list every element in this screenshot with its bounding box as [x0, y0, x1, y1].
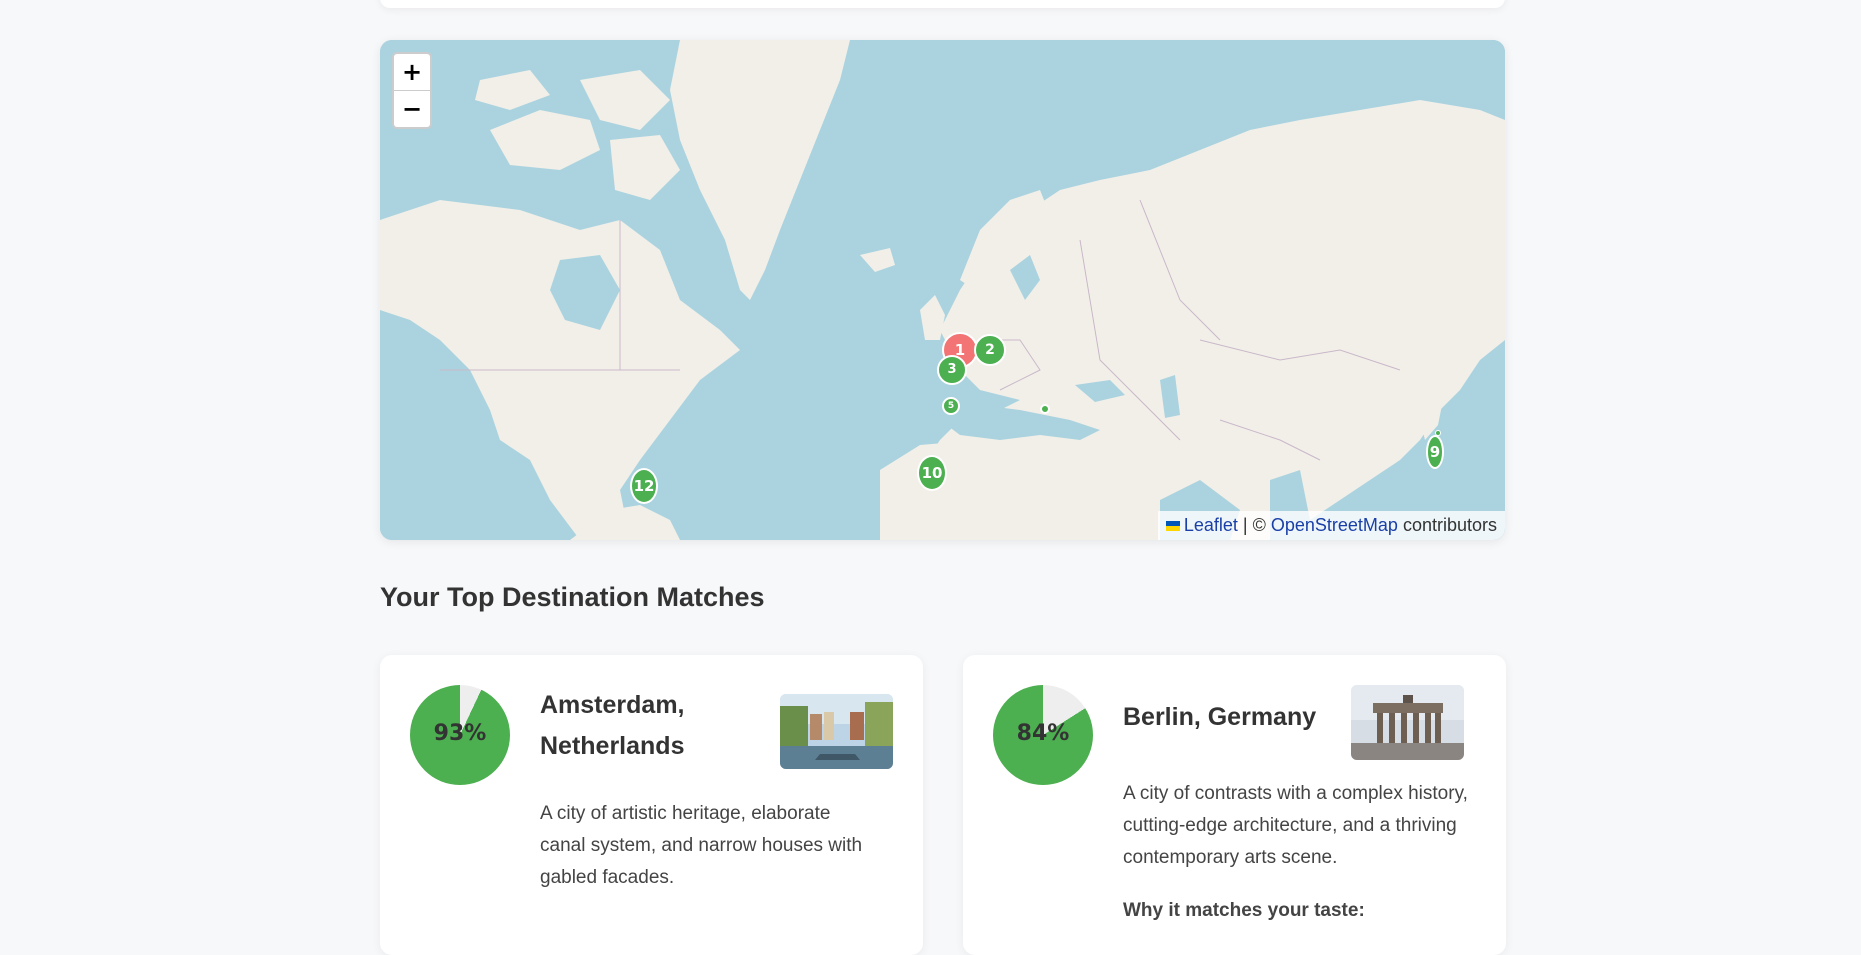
map-marker-3[interactable]: 3: [937, 355, 967, 385]
map-attribution: Leaflet | © OpenStreetMap contributors: [1157, 511, 1505, 540]
previous-card-edge: [380, 0, 1505, 8]
why-it-matches-heading: Why it matches your taste:: [1123, 900, 1365, 921]
match-score-pie: 93%: [410, 685, 510, 785]
destination-description: A city of contrasts with a complex histo…: [1123, 783, 1468, 868]
attribution-suffix: contributors: [1402, 515, 1497, 535]
map-marker-2[interactable]: 2: [974, 334, 1006, 366]
ukraine-flag-icon: [1165, 521, 1180, 532]
destinations-map[interactable]: + − 1 2 3 5 10 12 9 Leaflet | © OpenStre…: [380, 40, 1505, 540]
map-marker-10[interactable]: 10: [917, 455, 947, 491]
osm-link[interactable]: OpenStreetMap: [1271, 515, 1398, 535]
match-score-pie: 84%: [993, 685, 1093, 785]
match-score-label: 93%: [433, 721, 487, 746]
zoom-in-button[interactable]: +: [394, 54, 430, 90]
match-score-label: 84%: [1016, 721, 1070, 746]
zoom-out-button[interactable]: −: [394, 90, 430, 127]
attribution-separator: | ©: [1242, 515, 1266, 535]
section-title: Your Top Destination Matches: [380, 582, 765, 612]
map-marker-12[interactable]: 12: [630, 468, 658, 504]
destination-name: Amsterdam, Netherlands: [540, 691, 685, 760]
destination-name: Berlin, Germany: [1123, 703, 1317, 731]
brandenburg-gate-photo-icon: [1351, 685, 1464, 760]
destination-description: A city of artistic heritage, elaborate c…: [540, 803, 863, 888]
map-marker-small[interactable]: [1040, 404, 1050, 414]
destination-card-amsterdam[interactable]: 93% Amsterdam, Netherlands A city of art…: [380, 655, 923, 955]
map-marker-9[interactable]: 9: [1426, 435, 1444, 469]
leaflet-link[interactable]: Leaflet: [1184, 515, 1238, 535]
map-marker-5[interactable]: 5: [942, 397, 960, 415]
map-marker-tiny[interactable]: [1435, 430, 1441, 436]
destination-card-berlin[interactable]: 84% Berlin, Germany A city of contrasts …: [963, 655, 1506, 955]
zoom-control: + −: [392, 52, 432, 129]
canal-photo-icon: [780, 694, 893, 769]
